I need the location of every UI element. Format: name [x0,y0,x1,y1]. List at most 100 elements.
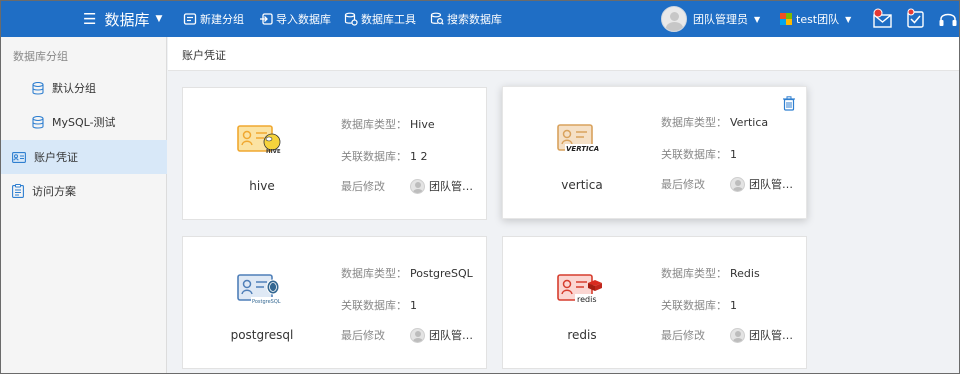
linked-db-label: 关联数据库： [341,150,407,163]
linked-db-label: 关联数据库： [661,299,727,312]
linked-db-count: 1 [410,298,417,312]
user-name: 团队管理员 [693,13,748,26]
avatar [730,327,745,343]
team-menu[interactable]: test团队 ▼ [780,1,851,37]
avatar [730,176,745,192]
svg-text:PostgreSQL: PostgreSQL [252,299,281,305]
access-plan-icon [12,184,24,198]
app-title: 数据库 [104,10,150,29]
linked-db-row: 关联数据库： 1 [341,297,417,313]
import-database-icon [260,13,273,25]
last-modified-row: 最后修改 团队管… [341,178,473,194]
message-check-icon[interactable] [905,7,927,31]
sidebar-heading: 数据库分组 [13,50,68,63]
redis-logo-icon: redis [557,274,603,304]
hive-logo-icon: HIVE [237,125,281,155]
hamburger-icon: ☰ [83,10,97,28]
credential-name: hive [249,179,275,193]
sidebar-item-label: 访问方案 [32,185,76,198]
db-type-row: 数据库类型： PostgreSQL [341,265,473,281]
linked-db-count: 1 2 [410,149,428,163]
db-type-row: 数据库类型： Vertica [661,114,768,130]
last-modified-label: 最后修改 [341,329,385,342]
db-type-label: 数据库类型： [661,116,727,129]
linked-db-row: 关联数据库： 1 2 [341,148,428,164]
linked-db-label: 关联数据库： [341,299,407,312]
team-name: test团队 [796,13,840,26]
db-type-value: Hive [410,117,435,131]
import-database-label: 导入数据库 [276,13,331,26]
sidebar: 数据库分组 默认分组 MySQL-测试 账户凭证 访问方案 [1,37,167,373]
search-database-label: 搜索数据库 [447,13,502,26]
credential-card-postgresql[interactable]: PostgreSQL postgresql 数据库类型： PostgreSQL … [182,236,487,369]
sidebar-item-label: MySQL-测试 [52,116,116,129]
top-bar: ☰ 数据库 ▼ 新建分组 导入数据库 数据库工具 搜索数据库 团队管理员 ▼ t… [1,1,959,37]
sidebar-item-label: 默认分组 [52,82,96,95]
svg-text:HIVE: HIVE [266,149,281,155]
db-type-label: 数据库类型： [341,267,407,280]
trash-icon[interactable] [782,96,796,111]
database-icon [32,81,44,95]
notification-mail-icon[interactable] [872,7,894,31]
linked-db-row: 关联数据库： 1 [661,146,737,162]
credential-card-hive[interactable]: HIVE hive 数据库类型： Hive 关联数据库： 1 2 最后修改 团队… [182,87,487,220]
sidebar-item-label: 账户凭证 [34,151,78,164]
db-type-value: Vertica [730,115,769,129]
db-type-row: 数据库类型： Hive [341,116,435,132]
app-window: ☰ 数据库 ▼ 新建分组 导入数据库 数据库工具 搜索数据库 团队管理员 ▼ t… [0,0,960,374]
app-menu-button[interactable]: ☰ 数据库 ▼ [83,1,162,37]
credential-name: vertica [561,178,603,192]
user-menu[interactable]: 团队管理员 ▼ [661,5,760,33]
last-modified-label: 最后修改 [661,178,705,191]
db-type-value: Redis [730,266,760,280]
avatar [661,6,687,32]
db-type-row: 数据库类型： Redis [661,265,760,281]
chevron-down-icon: ▼ [845,14,852,24]
modifier-name: 团队管… [749,329,793,342]
vertica-logo-icon: VERTICA [557,124,603,153]
credential-card-vertica[interactable]: VERTICA vertica 数据库类型： Vertica 关联数据库： 1 … [502,86,807,219]
db-type-value: PostgreSQL [410,266,473,280]
breadcrumb: 账户凭证 [168,37,959,71]
last-modified-label: 最后修改 [661,329,705,342]
last-modified-label: 最后修改 [341,180,385,193]
credential-name: postgresql [230,328,294,342]
search-database-icon [430,12,444,25]
headset-support-icon[interactable] [937,7,959,31]
avatar [410,327,425,343]
last-modified-row: 最后修改 团队管… [661,176,793,192]
chevron-down-icon: ▼ [754,14,761,24]
chevron-down-icon: ▼ [155,14,163,24]
database-icon [32,115,44,129]
new-group-button[interactable]: 新建分组 [183,1,244,37]
credential-name: redis [567,328,597,342]
last-modified-row: 最后修改 团队管… [661,327,793,343]
sidebar-item-mysql-test[interactable]: MySQL-测试 [1,105,167,139]
new-group-icon [183,13,197,25]
db-type-label: 数据库类型： [341,118,407,131]
postgresql-logo-icon: PostgreSQL [237,274,283,305]
svg-text:VERTICA: VERTICA [566,145,599,153]
sidebar-item-account-credentials[interactable]: 账户凭证 [1,140,167,174]
database-tools-icon [344,12,358,26]
page-title: 账户凭证 [182,49,226,62]
last-modified-row: 最后修改 团队管… [341,327,473,343]
modifier-name: 团队管… [429,180,473,193]
db-type-label: 数据库类型： [661,267,727,280]
linked-db-row: 关联数据库： 1 [661,297,737,313]
linked-db-count: 1 [730,298,737,312]
team-logo-icon [780,13,792,25]
credential-card-icon [12,151,26,163]
credential-card-redis[interactable]: redis redis 数据库类型： Redis 关联数据库： 1 最后修改 团… [502,236,807,369]
new-group-label: 新建分组 [200,13,244,26]
import-database-button[interactable]: 导入数据库 [259,1,331,37]
database-tools-label: 数据库工具 [361,13,416,26]
modifier-name: 团队管… [749,178,793,191]
database-tools-button[interactable]: 数据库工具 [344,1,416,37]
sidebar-item-default-group[interactable]: 默认分组 [1,71,167,105]
sidebar-item-access-plan[interactable]: 访问方案 [1,174,167,208]
avatar [410,178,425,194]
search-database-button[interactable]: 搜索数据库 [430,1,502,37]
modifier-name: 团队管… [429,329,473,342]
svg-text:redis: redis [577,295,597,304]
